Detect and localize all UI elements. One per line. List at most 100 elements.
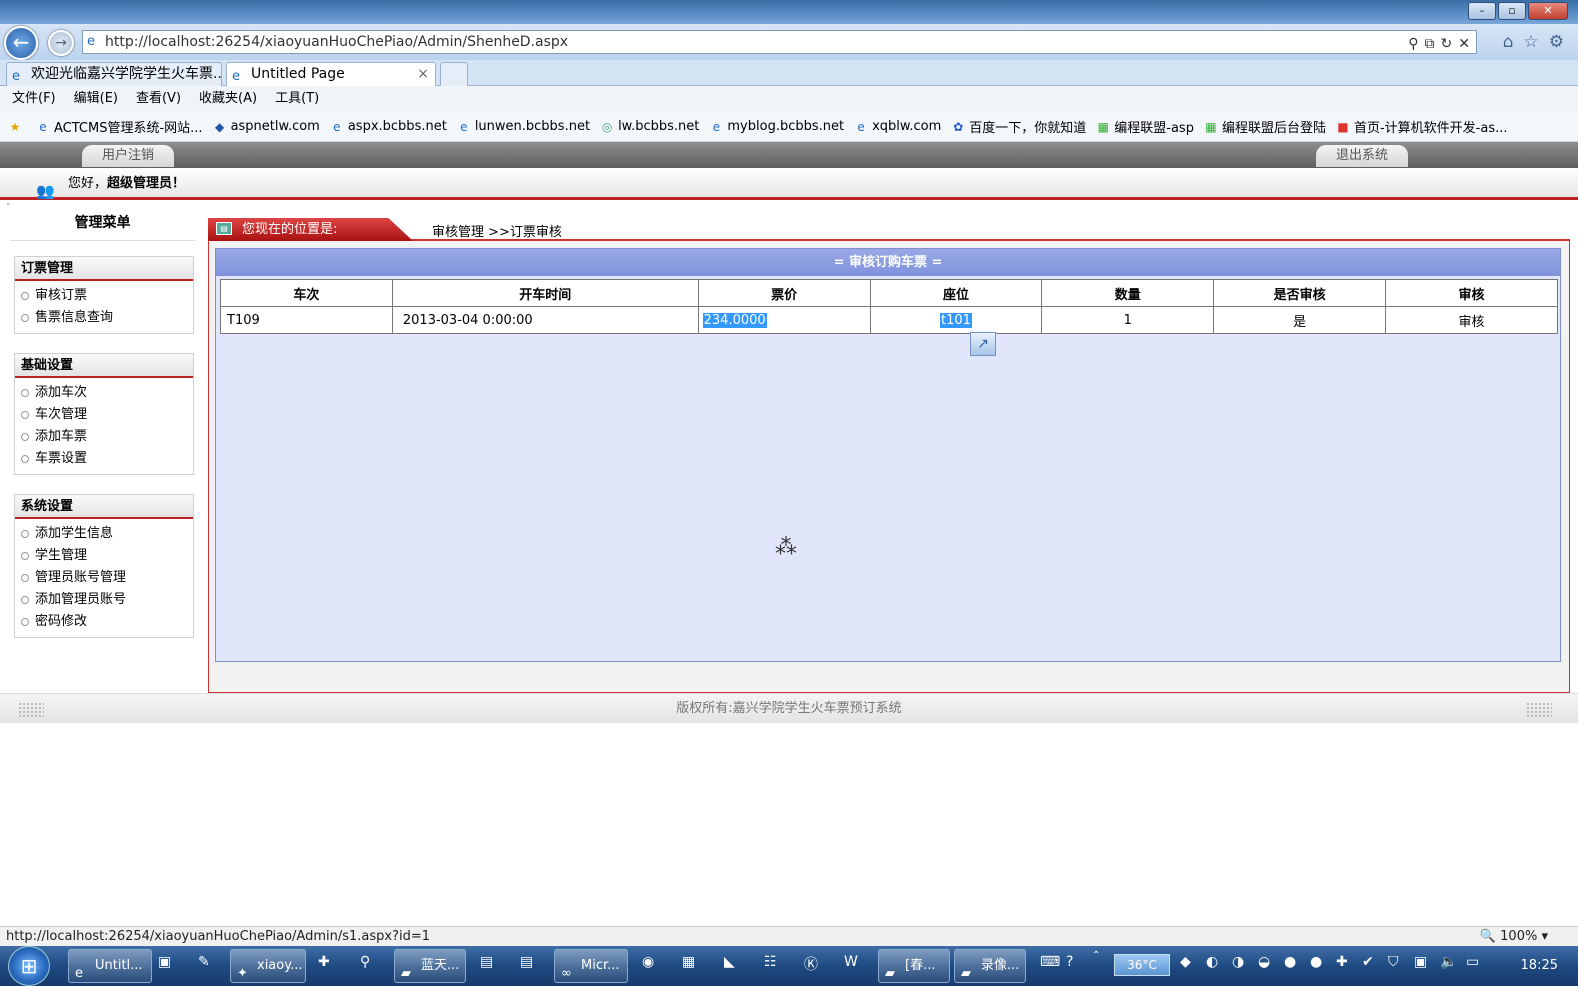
ie-icon: e <box>75 966 83 981</box>
help-icon[interactable]: ? <box>1066 954 1073 970</box>
sidebar-item-train-manage[interactable]: 车次管理 <box>21 404 193 426</box>
greeting-text: 您好，超级管理员！ <box>68 176 186 191</box>
menu-file[interactable]: 文件(F) <box>12 86 56 112</box>
window-titlebar: – ▫ ✕ <box>0 0 1578 24</box>
favorite-link[interactable]: ▦ 编程联盟-asp <box>1096 117 1194 137</box>
taskbar-app-icon[interactable]: ☷ <box>764 954 777 970</box>
taskbar-app-icon[interactable]: ✚ <box>318 954 330 970</box>
favorite-link[interactable]: e myblog.bcbbs.net <box>709 119 844 134</box>
favorite-link[interactable]: e xqblw.com <box>854 119 941 134</box>
site-icon: ◆ <box>214 119 225 134</box>
review-link[interactable]: 审核 <box>1385 306 1558 334</box>
network-icon[interactable]: ▭ <box>1466 954 1479 970</box>
minimize-button[interactable]: – <box>1468 2 1496 20</box>
taskbar-app-icon[interactable]: ✎ <box>198 954 210 970</box>
sidebar-item-add-ticket[interactable]: 添加车票 <box>21 426 193 448</box>
favorite-link[interactable]: ✿ 百度一下，你就知道 <box>951 117 1086 137</box>
favorites-star-icon[interactable]: ★ <box>8 120 26 134</box>
tray-icon[interactable]: ● <box>1284 954 1296 970</box>
close-tab-icon[interactable]: × <box>417 63 429 85</box>
search-icon[interactable]: ⚲ <box>1408 33 1418 55</box>
browser-right-tools: ⌂ ☆ ⚙ <box>1503 32 1564 52</box>
zoom-control[interactable]: 🔍 100% ▾ <box>1480 927 1548 947</box>
sidebar-item-add-student[interactable]: 添加学生信息 <box>21 523 193 545</box>
menu-view[interactable]: 查看(V) <box>136 86 181 112</box>
taskbar-button-xiaoy[interactable]: ✦ xiaoy... <box>230 949 306 983</box>
word-icon[interactable]: W <box>844 954 858 970</box>
taskbar-app-icon[interactable]: ▦ <box>682 954 695 970</box>
new-tab-button[interactable] <box>440 62 468 86</box>
volume-icon[interactable]: 🔈 <box>1440 954 1457 970</box>
forward-arrow-icon: → <box>55 35 67 51</box>
accelerator-popup-icon[interactable]: ↗ <box>970 332 996 356</box>
favorite-link[interactable]: ▦ 编程联盟后台登陆 <box>1204 117 1326 137</box>
favorite-link[interactable]: ◎ lw.bcbbs.net <box>600 119 700 134</box>
taskbar-app-icon[interactable]: ⚲ <box>360 954 370 970</box>
favorites-star-icon[interactable]: ☆ <box>1524 32 1539 52</box>
sidebar-item-admin-accounts[interactable]: 管理员账号管理 <box>21 567 193 589</box>
taskbar: ⊞ e Untitl... ▣ ✎ ✦ xiaoy... ✚ ⚲ ▰ 蓝天... ▤ … <box>0 946 1578 986</box>
clock[interactable]: 18:25 <box>1521 946 1558 986</box>
start-button[interactable]: ⊞ <box>8 946 50 986</box>
refresh-icon[interactable]: ↻ <box>1441 33 1453 55</box>
tray-icon[interactable]: ✔ <box>1362 954 1374 970</box>
tray-icon[interactable]: ◑ <box>1232 954 1244 970</box>
baidu-paw-icon: ✿ <box>953 119 964 134</box>
tray-expand-icon[interactable]: ⌃ <box>1092 950 1100 961</box>
tray-icon[interactable]: ✚ <box>1336 954 1348 970</box>
close-window-button[interactable]: ✕ <box>1528 2 1568 20</box>
sidebar-item-ticket-settings[interactable]: 车票设置 <box>21 448 193 470</box>
taskbar-app-icon[interactable]: ◣ <box>724 954 735 970</box>
home-icon[interactable]: ⌂ <box>1503 32 1514 52</box>
favorite-link[interactable]: e ACTCMS管理系统-网站... <box>36 117 202 137</box>
tray-icon[interactable]: ▣ <box>1414 954 1427 970</box>
taskbar-app-icon[interactable]: Ⓚ <box>804 954 818 974</box>
menu-edit[interactable]: 编辑(E) <box>74 86 118 112</box>
column-header-seat: 座位 <box>869 279 1043 307</box>
forward-button[interactable]: → <box>48 30 74 56</box>
sidebar-item-add-train[interactable]: 添加车次 <box>21 382 193 404</box>
maximize-button[interactable]: ▫ <box>1498 2 1526 20</box>
shield-icon[interactable]: ⛉ <box>1388 954 1399 970</box>
favorite-link[interactable]: ◆ aspnetlw.com <box>213 119 320 134</box>
taskbar-app-icon[interactable]: ▣ <box>158 954 171 970</box>
favorite-link[interactable]: ■ 首页-计算机软件开发-as... <box>1336 117 1507 137</box>
menu-favorites[interactable]: 收藏夹(A) <box>199 86 257 112</box>
sidebar-item-change-password[interactable]: 密码修改 <box>21 611 193 633</box>
back-button[interactable]: ← <box>4 26 38 60</box>
gear-icon[interactable]: ⚙ <box>1549 32 1564 52</box>
stop-icon[interactable]: ✕ <box>1458 33 1470 55</box>
keyboard-icon[interactable]: ⌨ <box>1040 954 1060 970</box>
ie-page-icon: e <box>232 69 240 84</box>
tray-icon[interactable]: ● <box>1310 954 1322 970</box>
logout-user-button[interactable]: 用户注销 <box>82 145 174 167</box>
taskbar-button-chun[interactable]: ▰ [春... <box>878 949 950 983</box>
tab-label: 欢迎光临嘉兴学院学生火车票... <box>31 66 222 82</box>
compat-view-icon[interactable]: ⧉ <box>1425 33 1435 55</box>
taskbar-app-icon[interactable]: ◉ <box>642 954 654 970</box>
breadcrumb: 审核管理 >>订票审核 <box>432 225 562 240</box>
tray-icon[interactable]: ◆ <box>1180 954 1191 970</box>
taskbar-app-icon[interactable]: ▤ <box>520 954 533 970</box>
sidebar-item-student-manage[interactable]: 学生管理 <box>21 545 193 567</box>
tray-icon[interactable]: ◒ <box>1258 954 1270 970</box>
taskbar-button-microsoft[interactable]: ∞ Micr... <box>554 949 628 983</box>
sidebar-item-add-admin[interactable]: 添加管理员账号 <box>21 589 193 611</box>
taskbar-button-lantian[interactable]: ▰ 蓝天... <box>394 949 466 983</box>
exit-system-button[interactable]: 退出系统 <box>1316 145 1408 167</box>
favorite-link[interactable]: e lunwen.bcbbs.net <box>457 119 590 134</box>
tab-welcome[interactable]: e 欢迎光临嘉兴学院学生火车票... <box>6 62 222 86</box>
sidebar-item-sales-query[interactable]: 售票信息查询 <box>21 307 193 329</box>
footer: 版权所有:嘉兴学院学生火车票预订系统 <box>0 693 1578 723</box>
menu-tools[interactable]: 工具(T) <box>275 86 319 112</box>
favorite-link[interactable]: e aspx.bcbbs.net <box>330 119 447 134</box>
taskbar-button-luxiang[interactable]: ▰ 录像... <box>954 949 1026 983</box>
taskbar-app-icon[interactable]: ▤ <box>480 954 493 970</box>
tab-untitled-page[interactable]: e Untitled Page × <box>226 62 436 86</box>
address-bar[interactable]: e http://localhost:26254/xiaoyuanHuoCheP… <box>82 30 1477 54</box>
tray-icon[interactable]: ◐ <box>1206 954 1218 970</box>
sidebar-item-review-order[interactable]: 审核订票 <box>21 285 193 307</box>
window-controls: – ▫ ✕ <box>1468 2 1568 20</box>
taskbar-button-ie[interactable]: e Untitl... <box>68 949 152 983</box>
grip-icon <box>18 702 44 718</box>
